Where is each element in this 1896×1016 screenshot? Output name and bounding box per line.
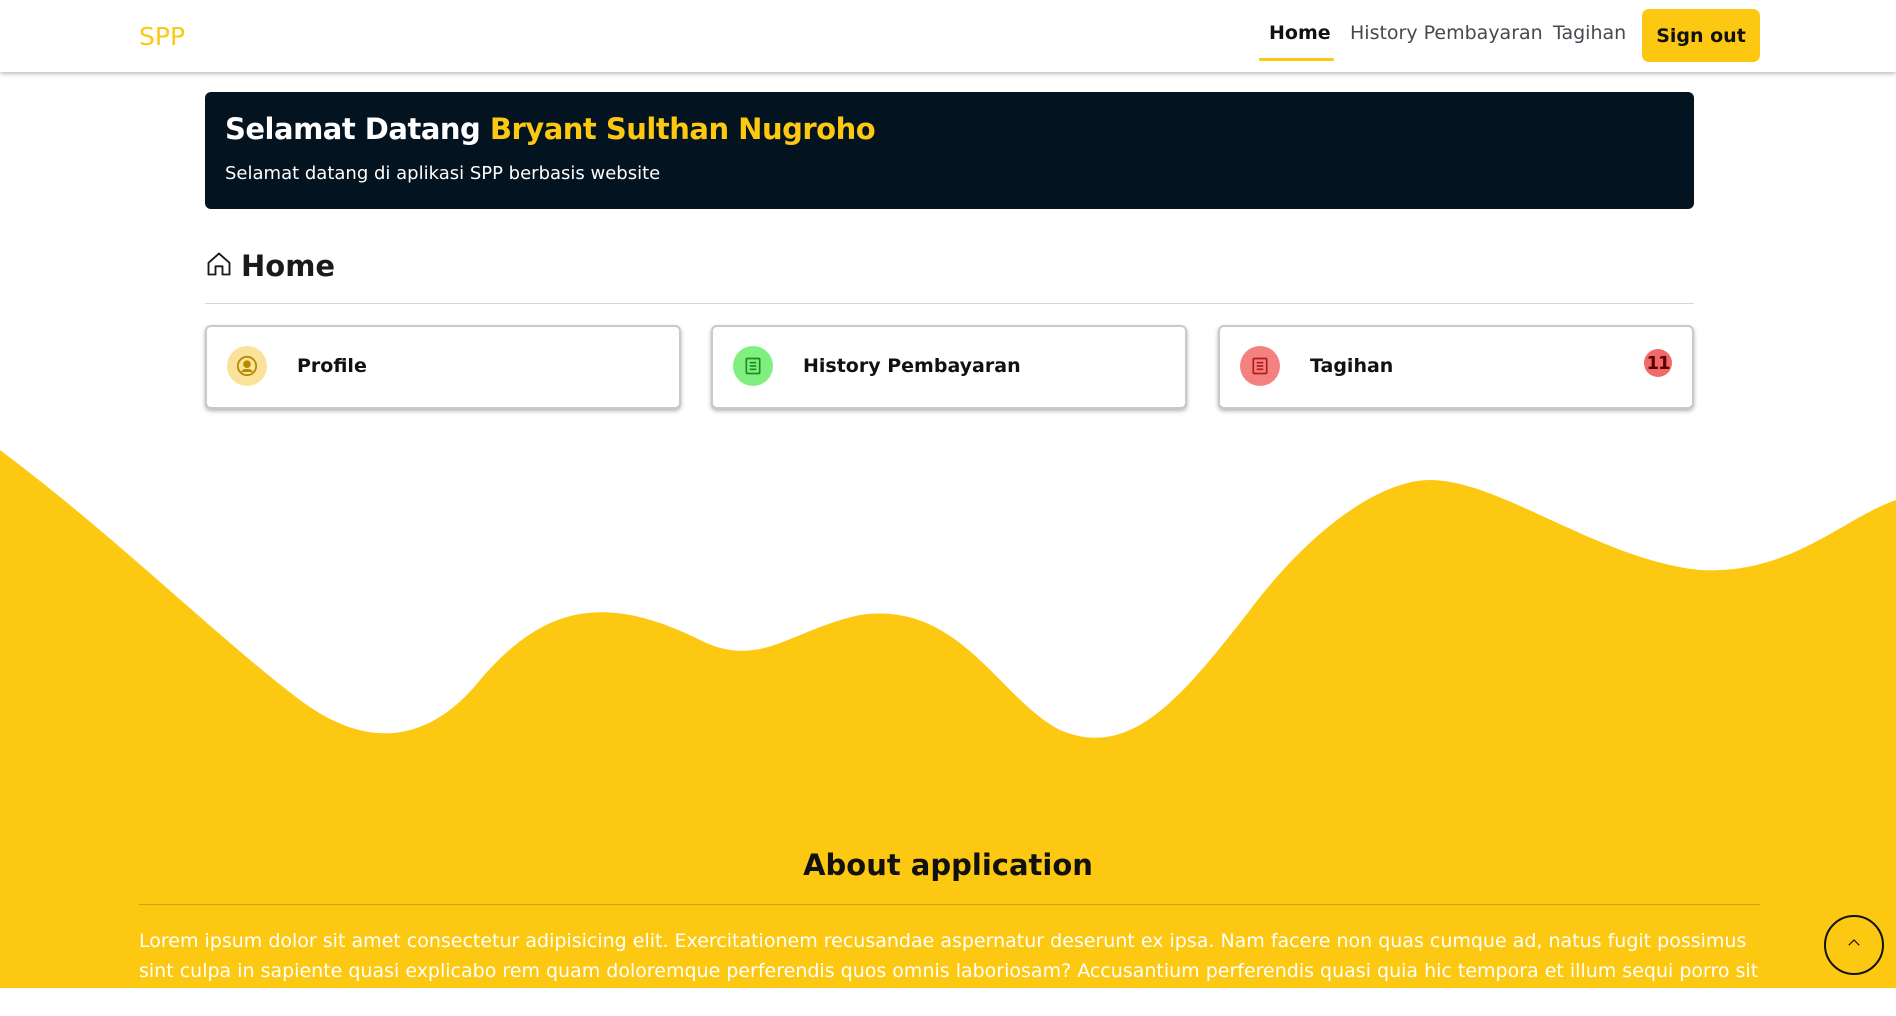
page-heading: Home bbox=[205, 246, 335, 286]
document-icon bbox=[733, 346, 773, 386]
heading-divider bbox=[205, 303, 1694, 304]
card-label-history-pembayaran: History Pembayaran bbox=[803, 355, 1021, 377]
welcome-title: Selamat Datang Bryant Sulthan Nugroho bbox=[225, 112, 876, 146]
tagihan-count-badge: 11 bbox=[1644, 349, 1672, 377]
nav-link-history-pembayaran[interactable]: History Pembayaran bbox=[1350, 22, 1543, 44]
about-text: Lorem ipsum dolor sit amet consectetur a… bbox=[139, 930, 1759, 1012]
nav-link-tagihan[interactable]: Tagihan bbox=[1553, 22, 1626, 44]
nav-active-indicator bbox=[1259, 58, 1334, 61]
nav-link-home[interactable]: Home bbox=[1269, 22, 1331, 44]
wave-background bbox=[0, 450, 1896, 988]
welcome-user-name: Bryant Sulthan Nugroho bbox=[489, 112, 876, 146]
house-icon bbox=[205, 250, 241, 282]
about-title: About application bbox=[803, 848, 1093, 882]
welcome-greeting: Selamat Datang bbox=[225, 112, 481, 146]
navbar: SPP Home History Pembayaran Tagihan Sign… bbox=[0, 0, 1896, 72]
document-icon bbox=[1240, 346, 1280, 386]
sign-out-button[interactable]: Sign out bbox=[1642, 9, 1760, 62]
card-label-profile: Profile bbox=[297, 355, 367, 377]
brand-logo[interactable]: SPP bbox=[139, 22, 185, 51]
welcome-banner: Selamat Datang Bryant Sulthan Nugroho Se… bbox=[205, 92, 1694, 209]
page-title: Home bbox=[241, 249, 336, 283]
scroll-to-top-button[interactable] bbox=[1824, 915, 1884, 975]
profile-card[interactable]: Profile bbox=[205, 325, 681, 409]
chevron-up-icon bbox=[1845, 934, 1863, 956]
tagihan-card[interactable]: Tagihan 11 bbox=[1218, 325, 1694, 409]
history-pembayaran-card[interactable]: History Pembayaran bbox=[711, 325, 1187, 409]
about-divider bbox=[139, 904, 1760, 905]
card-label-tagihan: Tagihan bbox=[1310, 355, 1394, 377]
user-circle-icon bbox=[227, 346, 267, 386]
welcome-subtitle: Selamat datang di aplikasi SPP berbasis … bbox=[225, 163, 661, 184]
